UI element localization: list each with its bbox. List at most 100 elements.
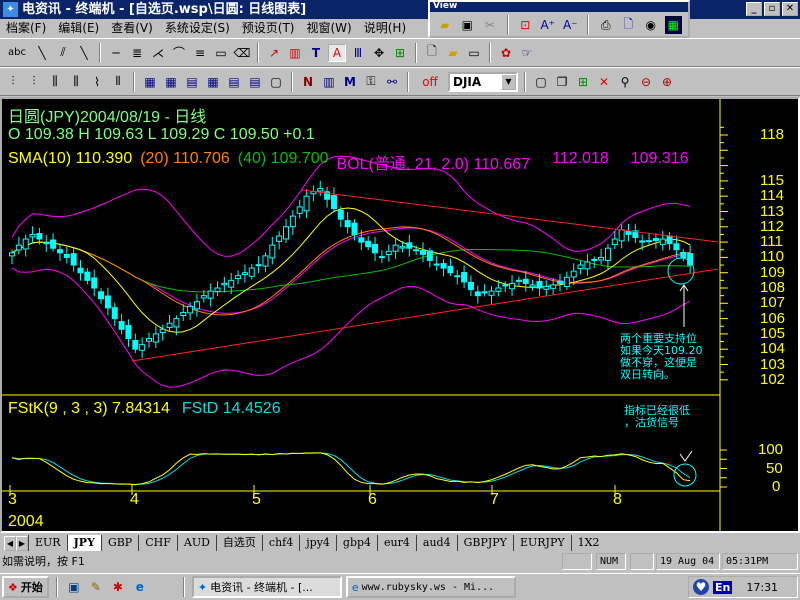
tile-icon[interactable]: ⊞ (574, 73, 592, 91)
preview-icon[interactable]: 🗋 (620, 16, 638, 34)
tab-jpy4[interactable]: jpy4 (299, 535, 336, 551)
move-icon[interactable]: ✥ (370, 44, 388, 62)
candle-body (488, 290, 495, 296)
candle-body (529, 284, 536, 288)
box-icon[interactable]: ▭ (212, 44, 230, 62)
tab-aud4[interactable]: aud4 (415, 535, 457, 551)
tab-自选页[interactable]: 自选页 (215, 535, 262, 551)
window-icon[interactable]: ▢ (532, 73, 550, 91)
menu-help[interactable]: 说明(H) (364, 19, 406, 38)
list-icon[interactable]: ▤ (183, 73, 201, 91)
candle-icon[interactable]: ⫼ (46, 73, 64, 91)
text-icon[interactable]: T (307, 44, 325, 62)
chevron-down-icon[interactable]: ▼ (501, 73, 516, 90)
tab-jpy[interactable]: JPY (66, 535, 101, 551)
open-folder-icon[interactable]: ▰ (444, 44, 462, 62)
cascade-icon[interactable]: ❐ (553, 73, 571, 91)
tab-chf4[interactable]: chf4 (261, 535, 299, 551)
hline-icon[interactable]: ─ (107, 44, 125, 62)
view-toolbar[interactable]: View ▰ ▣ ✂ ⊡ A⁺ A⁻ ⎙ 🗋 ◉ ▦ (428, 0, 690, 38)
volume-icon[interactable]: ⫴ (109, 73, 127, 91)
tab-gbp[interactable]: GBP (100, 535, 138, 551)
search-icon[interactable]: ⚲ (616, 73, 634, 91)
menu-presets[interactable]: 预设页(T) (242, 19, 295, 38)
ray-icon[interactable]: ╲ (75, 44, 93, 62)
line-icon[interactable]: ╲ (33, 44, 51, 62)
bars-view-icon[interactable]: ▥ (320, 73, 338, 91)
tab-gbp4[interactable]: gbp4 (335, 535, 377, 551)
fit-icon[interactable]: ⊡ (517, 16, 535, 34)
tab-scroll-left-icon[interactable]: ◀ (4, 536, 16, 551)
channel-icon[interactable]: ≣ (128, 44, 146, 62)
globe-icon[interactable]: ✿ (497, 44, 515, 62)
restore-button[interactable]: ▫ (764, 2, 780, 16)
user-key-icon[interactable]: ⚿ (362, 73, 380, 91)
font-larger-icon[interactable]: A⁺ (539, 16, 557, 34)
menu-file[interactable]: 档案(F) (6, 19, 46, 38)
line-chart-icon[interactable]: ⌇ (88, 73, 106, 91)
symbol-select[interactable]: DJIA ▼ (448, 71, 518, 92)
print-icon[interactable]: ⎙ (597, 16, 615, 34)
pointer-hand-icon[interactable]: ☞ (518, 44, 536, 62)
arc-icon[interactable]: ⌒ (170, 44, 188, 62)
tab-aud[interactable]: AUD (176, 535, 216, 551)
tab-eurjpy[interactable]: EURJPY (512, 535, 571, 551)
shield-icon[interactable]: ♥ (693, 579, 709, 595)
tab-eur4[interactable]: eur4 (377, 535, 416, 551)
tab-gbpjpy[interactable]: GBPJPY (456, 535, 513, 551)
sheet2-icon[interactable]: ▤ (246, 73, 264, 91)
sheet-icon[interactable]: ▤ (225, 73, 243, 91)
monitor-icon[interactable]: M (341, 73, 359, 91)
task-terminal[interactable]: ✦ 电资讯 - 终端机 - [... (191, 576, 342, 598)
zoom-in-icon[interactable]: ⊕ (658, 73, 676, 91)
tab-1x2[interactable]: 1X2 (570, 535, 606, 551)
tab-scroll-right-icon[interactable]: ▶ (16, 536, 28, 551)
cut-icon[interactable]: ✂ (481, 16, 499, 34)
language-indicator[interactable]: En (713, 580, 733, 594)
drive-icon[interactable]: ▭ (465, 44, 483, 62)
eye-icon[interactable]: ◉ (642, 16, 660, 34)
network-icon[interactable]: ⊞ (391, 44, 409, 62)
menu-settings[interactable]: 系统设定(S) (165, 19, 230, 38)
fan-icon[interactable]: ⋌ (149, 44, 167, 62)
menu-window[interactable]: 视窗(W) (307, 19, 352, 38)
news-icon[interactable]: N (299, 73, 317, 91)
menu-edit[interactable]: 编辑(E) (58, 19, 99, 38)
chart-area[interactable]: 日圆(JPY)2004/08/19 - 日线 O 109.38 H 109.63… (0, 97, 800, 533)
open-icon[interactable]: ▰ (436, 16, 454, 34)
app-quicklaunch-icon[interactable]: ✱ (109, 578, 127, 596)
bars2-icon[interactable]: ⫶ (25, 73, 43, 91)
task-browser[interactable]: e www.rubysky.ws - Mi... (345, 576, 516, 598)
tab-eur[interactable]: EUR (28, 535, 67, 551)
gann-icon[interactable]: Ⅲ (349, 44, 367, 62)
calc-icon[interactable]: ▦ (204, 73, 222, 91)
tab-chf[interactable]: CHF (138, 535, 177, 551)
save-icon[interactable]: ▣ (459, 16, 477, 34)
binoculars-icon[interactable]: ⚯ (383, 73, 401, 91)
chart-bar-icon[interactable]: ▥ (286, 44, 304, 62)
chart-win-icon[interactable]: ▢ (267, 73, 285, 91)
grid-icon[interactable]: ▦ (664, 16, 682, 34)
font-smaller-icon[interactable]: A⁻ (562, 16, 580, 34)
candle2-icon[interactable]: ⫼ (67, 73, 85, 91)
menu-view[interactable]: 查看(V) (111, 19, 153, 38)
off-button[interactable]: off (415, 73, 445, 91)
table-icon[interactable]: ▦ (141, 73, 159, 91)
close-button[interactable]: ✕ (782, 2, 798, 16)
delete-icon[interactable]: ✕ (595, 73, 613, 91)
minimize-button[interactable]: _ (746, 2, 762, 16)
bars-icon[interactable]: ⫶ (4, 73, 22, 91)
notepad-icon[interactable]: ✎ (87, 578, 105, 596)
grid2-icon[interactable]: ▦ (162, 73, 180, 91)
start-button[interactable]: ❖ 开始 (2, 576, 49, 598)
zoom-out-icon[interactable]: ⊖ (637, 73, 655, 91)
ie-icon[interactable]: e (131, 578, 149, 596)
desktop-icon[interactable]: ▣ (65, 578, 83, 596)
chart-line-icon[interactable]: ↗ (265, 44, 283, 62)
new-page-icon[interactable]: 🗋 (423, 44, 441, 62)
text-abc-icon[interactable]: abc (4, 44, 30, 62)
fib-icon[interactable]: ≡ (191, 44, 209, 62)
font-color-icon[interactable]: A (328, 43, 346, 62)
eraser-icon[interactable]: ⌫ (233, 44, 251, 62)
double-line-icon[interactable]: ⫽ (54, 44, 72, 62)
